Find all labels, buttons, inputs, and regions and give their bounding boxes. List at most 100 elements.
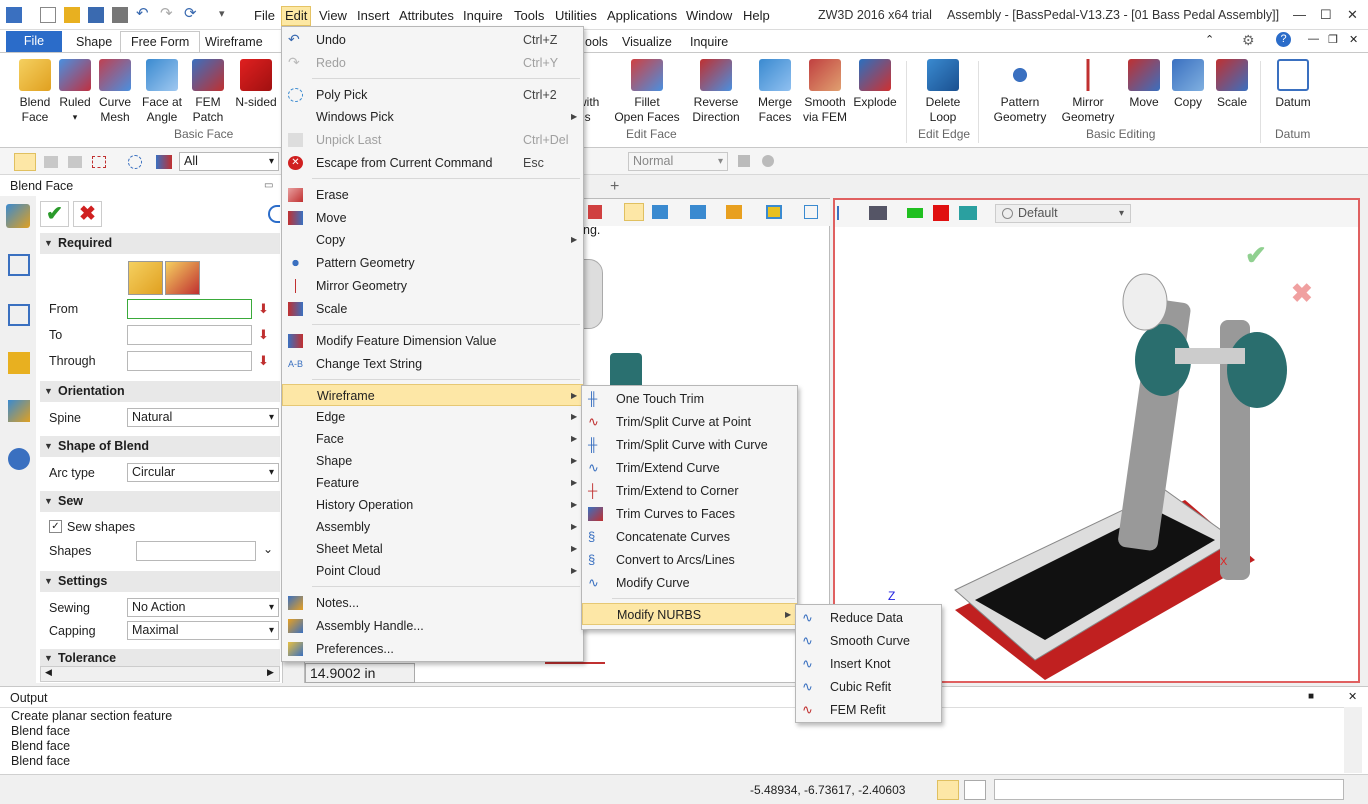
section-view-icon[interactable]: [690, 205, 706, 219]
menu-item-pattern-geometry[interactable]: Pattern Geometry: [282, 252, 583, 274]
section-tolerance[interactable]: Tolerance: [40, 649, 280, 667]
menu-item-escape[interactable]: ✕ Escape from Current Command Esc: [282, 152, 583, 174]
green-color-icon[interactable]: [907, 208, 923, 218]
feature-manager-icon[interactable]: [6, 204, 30, 228]
collapse-ribbon-icon[interactable]: ⌃: [1205, 33, 1214, 46]
filter-select[interactable]: All ▾: [179, 152, 279, 171]
menu-item-trim-split-point[interactable]: ∿ Trim/Split Curve at Point: [582, 411, 797, 433]
remove-pick-icon[interactable]: [68, 156, 82, 168]
sketch-icon[interactable]: [588, 205, 602, 219]
menu-window[interactable]: Window: [683, 7, 735, 25]
cancel-x-icon[interactable]: ✖: [73, 201, 102, 227]
blend-face-button[interactable]: Blend Face: [10, 59, 60, 125]
explode-button[interactable]: Explode: [852, 59, 898, 110]
sew-shapes-checkbox[interactable]: ✓: [49, 520, 62, 533]
output-log[interactable]: Create planar section feature Blend face…: [0, 707, 1344, 773]
menu-item-move[interactable]: Move: [282, 207, 583, 229]
menu-item-concatenate-curves[interactable]: § Concatenate Curves: [582, 526, 797, 548]
menu-item-modify-nurbs[interactable]: Modify NURBS ▶: [582, 603, 797, 625]
menu-item-scale[interactable]: Scale: [282, 298, 583, 320]
tab-wireframe[interactable]: Wireframe: [195, 33, 273, 52]
menu-item-assembly-handle[interactable]: Assembly Handle...: [282, 615, 583, 637]
red-color-icon[interactable]: [933, 205, 949, 221]
part-icon[interactable]: [8, 352, 30, 374]
menu-item-poly-pick[interactable]: Poly Pick Ctrl+2: [282, 84, 583, 106]
print-icon[interactable]: [112, 7, 128, 23]
add-tab-icon[interactable]: +: [610, 178, 619, 196]
menu-item-trim-curves-faces[interactable]: Trim Curves to Faces: [582, 503, 797, 525]
menu-item-notes[interactable]: Notes...: [282, 592, 583, 614]
blend-type-2-icon[interactable]: [165, 261, 200, 295]
n-sided-button[interactable]: N-sided: [232, 59, 280, 110]
menu-item-change-text-string[interactable]: A‑B Change Text String: [282, 353, 583, 375]
tab-file[interactable]: File: [6, 31, 62, 52]
menu-item-feature[interactable]: Feature ▶: [282, 472, 583, 494]
menu-item-edge[interactable]: Edge ▶: [282, 406, 583, 428]
material-icon[interactable]: [959, 206, 977, 220]
from-field[interactable]: [127, 299, 252, 319]
open-file-icon[interactable]: [64, 7, 80, 23]
menu-item-copy[interactable]: Copy ▶: [282, 229, 583, 251]
panel-pin-icon[interactable]: ▭: [264, 180, 273, 191]
to-pick-icon[interactable]: ⬇: [258, 327, 269, 343]
through-pick-icon[interactable]: ⬇: [258, 353, 269, 369]
face-at-angle-button[interactable]: Face at Angle: [138, 59, 186, 125]
maximize-icon[interactable]: ☐: [1320, 7, 1332, 23]
tab-shape[interactable]: Shape: [66, 33, 122, 52]
menu-view[interactable]: View: [316, 7, 350, 25]
delete-loop-button[interactable]: Delete Loop: [918, 59, 968, 125]
ruled-button[interactable]: Ruled ▾: [55, 59, 95, 125]
tab-inquire[interactable]: Inquire: [680, 33, 738, 52]
hierarchy-icon[interactable]: [8, 304, 30, 326]
command-input[interactable]: [994, 779, 1344, 800]
section-settings[interactable]: Settings: [40, 571, 280, 592]
menu-item-wireframe[interactable]: Wireframe ▶: [282, 384, 583, 406]
undo-icon[interactable]: ↶: [136, 6, 152, 23]
scale-button[interactable]: Scale: [1212, 59, 1252, 110]
tab-free-form[interactable]: Free Form: [120, 31, 201, 53]
menu-file[interactable]: File: [251, 7, 278, 25]
menu-item-one-touch-trim[interactable]: ╫ One Touch Trim: [582, 388, 797, 410]
scroll-right-icon[interactable]: ▶: [267, 667, 274, 678]
lasso-pick-icon[interactable]: [128, 155, 142, 169]
menu-applications[interactable]: Applications: [604, 7, 680, 25]
menu-attributes[interactable]: Attributes: [396, 7, 457, 25]
section-sew[interactable]: Sew: [40, 491, 280, 512]
panel-horizontal-scrollbar[interactable]: ◀ ▶: [40, 666, 280, 682]
add-pick-icon[interactable]: [44, 156, 58, 168]
curve-mesh-button[interactable]: Curve Mesh: [94, 59, 136, 125]
menu-item-trim-split-curve[interactable]: ╫ Trim/Split Curve with Curve: [582, 434, 797, 456]
cube-view-icon[interactable]: [652, 205, 668, 219]
fem-patch-button[interactable]: FEM Patch: [188, 59, 228, 125]
expand-chevron-icon[interactable]: ⌄: [263, 542, 273, 556]
assembly-tree-icon[interactable]: [8, 254, 30, 276]
menu-item-redo[interactable]: ↷ Redo Ctrl+Y: [282, 52, 583, 74]
smooth-via-fem-button[interactable]: Smooth via FEM: [800, 59, 850, 125]
pointer-icon[interactable]: [738, 155, 750, 167]
menu-item-cubic-refit[interactable]: ∿ Cubic Refit: [796, 676, 941, 698]
from-pick-icon[interactable]: ⬇: [258, 301, 269, 317]
fillet-open-faces-button[interactable]: Fillet Open Faces: [614, 59, 680, 125]
menu-utilities[interactable]: Utilities: [552, 7, 600, 25]
menu-item-smooth-curve[interactable]: ∿ Smooth Curve: [796, 630, 941, 652]
menu-item-preferences[interactable]: Preferences...: [282, 638, 583, 660]
menu-item-reduce-data[interactable]: ∿ Reduce Data: [796, 607, 941, 629]
datum-toggle-icon[interactable]: [837, 206, 849, 220]
new-file-icon[interactable]: [40, 7, 56, 23]
menu-item-sheet-metal[interactable]: Sheet Metal ▶: [282, 538, 583, 560]
reverse-direction-button[interactable]: Reverse Direction: [685, 59, 747, 125]
menu-item-undo[interactable]: ↶ Undo Ctrl+Z: [282, 29, 583, 51]
doc-restore-icon[interactable]: ❐: [1328, 33, 1338, 46]
menu-item-point-cloud[interactable]: Point Cloud ▶: [282, 560, 583, 582]
output-close-icon[interactable]: ✕: [1348, 690, 1357, 703]
menu-item-fem-refit[interactable]: ∿ FEM Refit: [796, 699, 941, 721]
help-icon[interactable]: ?: [1276, 32, 1291, 47]
save-icon[interactable]: [88, 7, 104, 23]
user-icon[interactable]: [8, 448, 30, 470]
menu-item-convert-arcs-lines[interactable]: § Convert to Arcs/Lines: [582, 549, 797, 571]
menu-item-erase[interactable]: Erase: [282, 184, 583, 206]
menu-edit[interactable]: Edit: [281, 6, 312, 26]
move-button[interactable]: Move: [1124, 59, 1164, 110]
datum-button[interactable]: Datum: [1270, 59, 1316, 110]
settings-gear-icon[interactable]: ⚙: [1242, 32, 1255, 49]
